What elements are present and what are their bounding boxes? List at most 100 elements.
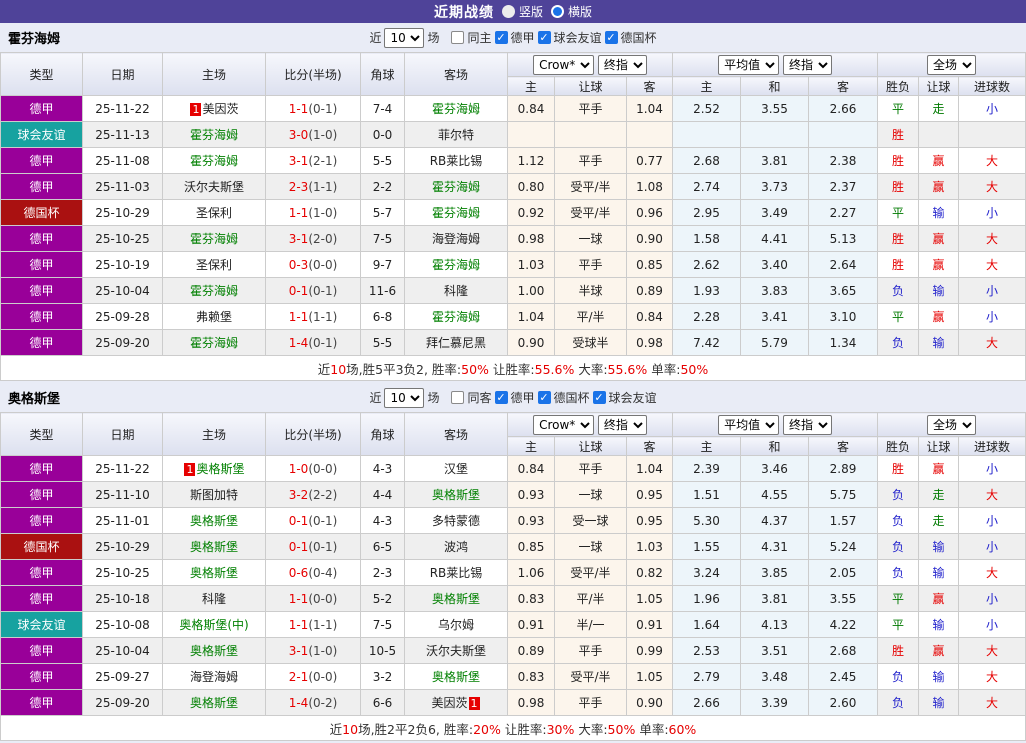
home-team-cell: 奥格斯堡 — [162, 637, 266, 664]
team-label: 乌尔姆 — [437, 618, 474, 632]
col-header-score: 比分(半场) — [265, 52, 361, 96]
result-cell-2 — [958, 121, 1026, 148]
odds-cell-1 — [554, 121, 627, 148]
halftime-score: (1-0) — [308, 643, 338, 658]
odds-cell-1: 半/一 — [554, 611, 627, 638]
result-cell-2: 大 — [958, 225, 1026, 252]
away-team-cell: RB莱比锡 — [404, 147, 508, 174]
odds-cell-2: 1.04 — [625, 95, 674, 122]
result-cell-0: 负 — [877, 663, 920, 690]
result-cell-2: 大 — [958, 481, 1026, 508]
summary-segment: 50% — [680, 361, 709, 377]
scope-select[interactable]: 全场 — [927, 414, 977, 435]
league-checkbox-德甲[interactable]: ✓ — [494, 391, 508, 404]
summary-row: 近10场,胜5平3负2, 胜率:50% 让胜率:55.6% 大率:55.6% 单… — [0, 355, 1026, 381]
team-name: 奥格斯堡 — [8, 392, 61, 407]
team-label: 圣保利 — [195, 258, 232, 272]
avg-type-select[interactable]: 平均值 — [718, 54, 780, 75]
score-cell: 0-1(0-1) — [265, 277, 361, 304]
scope-select[interactable]: 全场 — [927, 54, 977, 75]
title-bar: 近期战绩 竖版 横版 — [0, 0, 1026, 23]
away-team-cell: 奥格斯堡 — [404, 585, 508, 612]
league-checkbox-球会友谊[interactable]: ✓ — [592, 391, 606, 404]
halftime-score: (0-0) — [308, 461, 338, 476]
away-team-cell: 菲尔特 — [404, 121, 508, 148]
home-team-cell: 奥格斯堡 — [162, 533, 266, 560]
odds-company-select[interactable]: Crow* — [533, 54, 595, 75]
avg-cell-0: 1.58 — [672, 225, 742, 252]
radio-unchecked-icon[interactable] — [501, 5, 515, 18]
avg-cell-1: 3.49 — [740, 199, 810, 226]
avg-cell-2: 1.57 — [808, 507, 879, 534]
radio-checked-icon[interactable] — [551, 5, 564, 18]
result-cell-0: 负 — [877, 507, 920, 534]
team-name: 霍芬海姆 — [8, 32, 61, 47]
avg-period-select[interactable]: 终指 — [782, 54, 832, 75]
odds-cell-2: 0.90 — [625, 689, 674, 716]
home-team-cell: 奥格斯堡 — [162, 689, 266, 716]
home-team-cell: 霍芬海姆 — [162, 121, 266, 148]
result-cell-0: 胜 — [877, 455, 920, 482]
matches-count-select[interactable]: 10 — [384, 387, 425, 408]
odds-cell-0: 0.84 — [507, 95, 555, 122]
summary-segment: 10 — [342, 721, 359, 737]
avg-cell-1: 4.37 — [740, 507, 810, 534]
matches-count-select[interactable]: 10 — [384, 27, 425, 48]
summary-segment: 大率: — [574, 361, 608, 377]
col-header-date: 日期 — [82, 52, 163, 96]
avg-cell-1: 3.81 — [740, 585, 810, 612]
odds-cell-2: 1.05 — [625, 585, 674, 612]
corner-cell: 5-5 — [360, 147, 405, 174]
summary-segment: 30% — [546, 721, 575, 737]
halftime-score: (0-1) — [308, 283, 338, 298]
halftime-score: (0-4) — [308, 565, 338, 580]
odds-period-select[interactable]: 终指 — [597, 414, 647, 435]
odds-cell-2 — [625, 121, 674, 148]
league-checkbox-球会友谊[interactable]: ✓ — [537, 31, 551, 44]
fulltime-score: 1-1 — [288, 617, 309, 632]
match-type-cell: 德甲 — [0, 329, 83, 356]
result-cell-2: 大 — [958, 173, 1026, 200]
col-header-odds-0: 主 — [507, 436, 555, 456]
same-venue-checkbox[interactable] — [451, 391, 465, 404]
league-checkbox-德甲[interactable]: ✓ — [494, 31, 508, 44]
fulltime-score: 0-1 — [288, 283, 309, 298]
result-cell-0: 平 — [877, 585, 920, 612]
col-header-avg-1: 和 — [740, 436, 810, 456]
odds-cell-0: 0.84 — [507, 455, 555, 482]
odds-period-select[interactable]: 终指 — [597, 54, 647, 75]
result-cell-2: 大 — [958, 329, 1026, 356]
layout-option-vertical[interactable]: 竖版 — [501, 3, 543, 20]
avg-cell-2: 2.89 — [808, 455, 879, 482]
match-type-cell: 德甲 — [0, 585, 83, 612]
home-team-cell: 奥格斯堡(中) — [162, 611, 266, 638]
layout-option-horizontal[interactable]: 横版 — [551, 3, 592, 20]
home-team-cell: 霍芬海姆 — [162, 225, 266, 252]
team-label: 奥格斯堡 — [189, 696, 238, 710]
avg-type-select[interactable]: 平均值 — [718, 414, 780, 435]
avg-cell-2: 5.24 — [808, 533, 879, 560]
match-date-cell: 25-10-25 — [82, 225, 163, 252]
team-label: RB莱比锡 — [429, 154, 483, 168]
score-cell: 2-1(0-0) — [265, 663, 361, 690]
avg-period-select[interactable]: 终指 — [782, 414, 832, 435]
corner-cell: 7-5 — [360, 225, 405, 252]
team-label: 弗赖堡 — [195, 310, 232, 324]
score-cell: 1-1(1-1) — [265, 611, 361, 638]
odds-cell-0: 0.83 — [507, 663, 555, 690]
odds-cell-1: 受球半 — [554, 329, 627, 356]
same-venue-checkbox[interactable] — [451, 31, 465, 44]
summary-segment: 大率: — [574, 721, 608, 737]
fulltime-score: 1-1 — [288, 309, 309, 324]
league-checkbox-德国杯[interactable]: ✓ — [604, 31, 618, 44]
league-checkbox-德国杯[interactable]: ✓ — [537, 391, 551, 404]
summary-segment: 50% — [461, 361, 489, 377]
col-header-odds-1: 让球 — [554, 436, 627, 456]
match-type-cell: 球会友谊 — [0, 121, 83, 148]
odds-company-select[interactable]: Crow* — [533, 414, 595, 435]
match-date-cell: 25-09-20 — [82, 329, 163, 356]
team-label: 奥格斯堡 — [431, 592, 480, 606]
result-cell-2: 小 — [958, 303, 1026, 330]
team-label: 拜仁慕尼黑 — [425, 336, 486, 350]
fulltime-score: 3-1 — [288, 153, 309, 168]
